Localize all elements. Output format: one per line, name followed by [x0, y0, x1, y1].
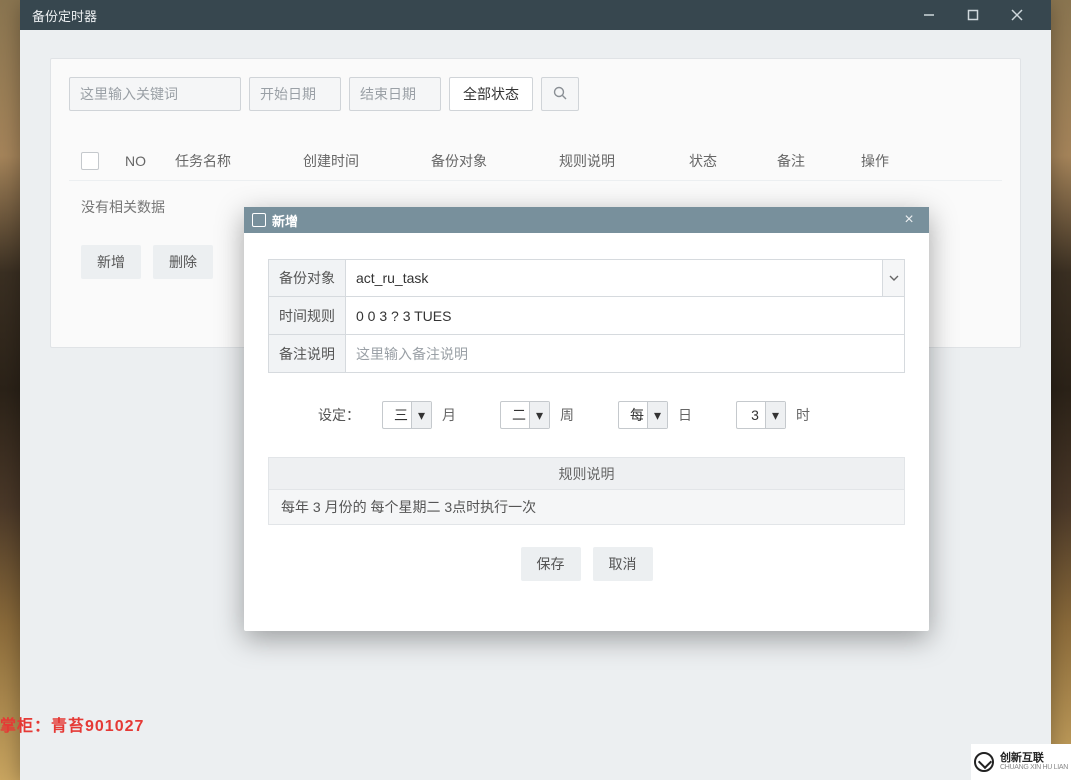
col-remark: 备注 [777, 151, 861, 171]
start-date-input[interactable] [249, 77, 341, 111]
modal-close-button[interactable]: × [897, 211, 921, 229]
search-button[interactable] [541, 77, 579, 111]
label-timerule: 时间规则 [268, 297, 346, 335]
object-select[interactable]: act_ru_task [346, 259, 905, 297]
chevron-down-icon [882, 260, 904, 296]
day-select[interactable]: 每 ▾ [618, 401, 668, 429]
modal-titlebar: 新增 × [244, 207, 929, 233]
keyword-input[interactable] [69, 77, 241, 111]
week-unit: 周 [560, 405, 574, 425]
caret-down-icon: ▾ [647, 402, 667, 428]
window-titlebar: 备份定时器 [20, 0, 1051, 30]
hour-unit: 时 [796, 405, 810, 425]
week-select[interactable]: 二 ▾ [500, 401, 550, 429]
window-close-button[interactable] [995, 0, 1039, 30]
logo-icon [974, 752, 994, 772]
search-icon [553, 86, 567, 103]
hour-select[interactable]: 3 ▾ [736, 401, 786, 429]
remark-field[interactable] [346, 335, 905, 373]
add-button[interactable]: 新增 [81, 245, 141, 279]
caret-down-icon: ▾ [765, 402, 785, 428]
modal-title-icon [252, 213, 266, 227]
select-all-checkbox[interactable] [81, 152, 99, 170]
label-remark: 备注说明 [268, 335, 346, 373]
timerule-input[interactable] [356, 308, 894, 324]
remark-input[interactable] [356, 346, 894, 362]
col-object: 备份对象 [431, 151, 559, 171]
label-object: 备份对象 [268, 259, 346, 297]
filter-toolbar: 全部状态 [69, 77, 1002, 111]
save-button[interactable]: 保存 [521, 547, 581, 581]
col-op: 操作 [861, 151, 921, 171]
day-unit: 日 [678, 405, 692, 425]
rule-description-header: 规则说明 [268, 457, 905, 489]
modal-actions: 保存 取消 [268, 547, 905, 581]
delete-button[interactable]: 删除 [153, 245, 213, 279]
col-no: NO [125, 153, 175, 169]
status-filter-button[interactable]: 全部状态 [449, 77, 533, 111]
modal-body: 备份对象 act_ru_task 时间规则 备注说明 设定： 三 [244, 233, 929, 631]
table-header: NO 任务名称 创建时间 备份对象 规则说明 状态 备注 操作 [69, 141, 1002, 181]
col-create: 创建时间 [303, 151, 431, 171]
logo-subtext: CHUANG XIN HU LIAN [1000, 764, 1068, 771]
col-rule: 规则说明 [559, 151, 689, 171]
footer-watermark: 掌柜：青苔901027 [0, 712, 144, 736]
form-row-timerule: 时间规则 [268, 297, 905, 335]
logo-text: 创新互联 [1000, 753, 1068, 764]
col-name: 任务名称 [175, 151, 303, 171]
window-title: 备份定时器 [32, 6, 907, 25]
form-row-object: 备份对象 act_ru_task [268, 259, 905, 297]
month-select[interactable]: 三 ▾ [382, 401, 432, 429]
schedule-row: 设定： 三 ▾ 月 二 ▾ 周 每 ▾ 日 3 ▾ 时 [268, 401, 905, 429]
corner-logo: 创新互联 CHUANG XIN HU LIAN [971, 744, 1071, 780]
rule-description-text: 每年 3 月份的 每个星期二 3点时执行一次 [268, 489, 905, 525]
window-maximize-button[interactable] [951, 0, 995, 30]
col-state: 状态 [689, 151, 777, 171]
schedule-label: 设定： [318, 405, 360, 425]
timerule-field[interactable] [346, 297, 905, 335]
object-select-value: act_ru_task [356, 270, 428, 286]
modal-title: 新增 [272, 211, 897, 230]
end-date-input[interactable] [349, 77, 441, 111]
month-unit: 月 [442, 405, 456, 425]
add-modal: 新增 × 备份对象 act_ru_task 时间规则 备注说明 设 [244, 207, 929, 631]
caret-down-icon: ▾ [411, 402, 431, 428]
form-row-remark: 备注说明 [268, 335, 905, 373]
window-minimize-button[interactable] [907, 0, 951, 30]
caret-down-icon: ▾ [529, 402, 549, 428]
cancel-button[interactable]: 取消 [593, 547, 653, 581]
